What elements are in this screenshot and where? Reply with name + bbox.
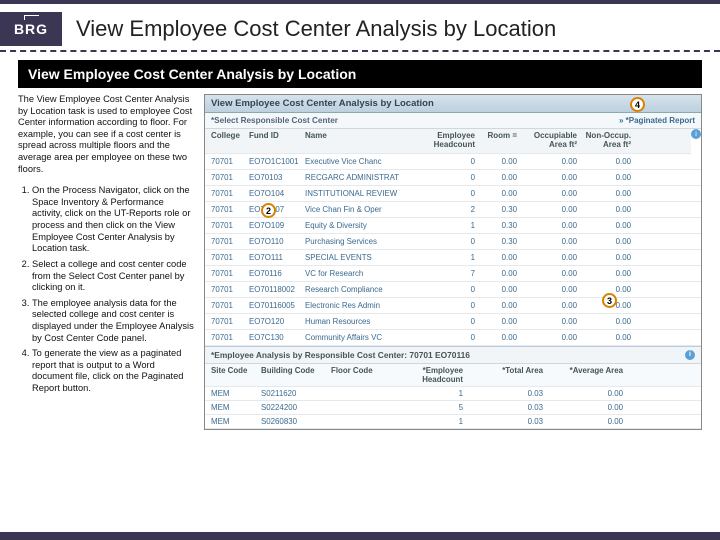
select-cost-center-label[interactable]: *Select Responsible Cost Center — [211, 116, 338, 125]
page-title: View Employee Cost Center Analysis by Lo… — [76, 16, 706, 42]
bcol-total-area: *Total Area — [463, 366, 543, 384]
step-4: To generate the view as a paginated repo… — [32, 348, 196, 394]
col-name: Name — [303, 131, 423, 151]
table-row[interactable]: MEMS026083010.030.00 — [205, 415, 701, 429]
table-row[interactable]: 70701EO70116VC for Research70.000.000.00 — [205, 266, 701, 282]
header: BRG View Employee Cost Center Analysis b… — [0, 4, 720, 52]
table-header: College Fund ID Name Employee Headcount … — [205, 129, 691, 154]
table-row[interactable]: 70701EO70116005Electronic Res Admin00.00… — [205, 298, 701, 314]
paginated-report-button[interactable]: » *Paginated Report — [619, 116, 695, 125]
step-1: On the Process Navigator, click on the S… — [32, 185, 196, 255]
callout-2: 2 — [261, 203, 276, 218]
table-row[interactable]: 70701EO70118002Research Compliance00.000… — [205, 282, 701, 298]
col-headcount: Employee Headcount — [423, 131, 477, 151]
step-2: Select a college and cost center code fr… — [32, 259, 196, 294]
table-row[interactable]: 70701EO7O111SPECIAL EVENTS10.000.000.00 — [205, 250, 701, 266]
table-row[interactable]: 70701EO7O107Vice Chan Fin & Oper20.300.0… — [205, 202, 701, 218]
bcol-floor: Floor Code — [331, 366, 391, 384]
left-column: The View Employee Cost Center Analysis b… — [18, 94, 196, 430]
bcol-site: Site Code — [211, 366, 261, 384]
table-row[interactable]: MEMS021162010.030.00 — [205, 387, 701, 401]
bottom-table-header: Site Code Building Code Floor Code *Empl… — [205, 364, 701, 387]
table-row[interactable]: 70701EO7C130Community Affairs VC00.000.0… — [205, 330, 701, 346]
callout-3: 3 — [602, 293, 617, 308]
table-row[interactable]: 70701EO7O109Equity & Diversity10.300.000… — [205, 218, 701, 234]
table-row[interactable]: 70701EO7O120Human Resources00.000.000.00 — [205, 314, 701, 330]
brg-logo: BRG — [0, 12, 62, 46]
table-row[interactable]: 70701EO7O1C1001Executive Vice Chanc00.00… — [205, 154, 701, 170]
callout-4: 4 — [630, 97, 645, 112]
intro-text: The View Employee Cost Center Analysis b… — [18, 94, 196, 175]
col-room: Room = — [477, 131, 519, 151]
table-row[interactable]: 70701EO70103RECGARC ADMINISTRAT00.000.00… — [205, 170, 701, 186]
col-nonoccup: Non-Occup. Area ft² — [579, 131, 633, 151]
bcol-avg-area: *Average Area — [543, 366, 623, 384]
step-3: The employee analysis data for the selec… — [32, 298, 196, 344]
col-college: College — [209, 131, 247, 151]
info-icon[interactable]: i — [685, 350, 695, 360]
info-icon[interactable]: i — [691, 129, 701, 139]
col-fund: Fund ID — [247, 131, 303, 151]
app-panel: View Employee Cost Center Analysis by Lo… — [204, 94, 702, 430]
col-occupiable: Occupiable Area ft² — [519, 131, 579, 151]
table-row[interactable]: 70701EO7O104INSTITUTIONAL REVIEW00.000.0… — [205, 186, 701, 202]
steps-list: On the Process Navigator, click on the S… — [18, 185, 196, 394]
bcol-headcount: *Employee Headcount — [391, 366, 463, 384]
table-row[interactable]: MEMS022420050.030.00 — [205, 401, 701, 415]
panel-title: View Employee Cost Center Analysis by Lo… — [205, 95, 701, 113]
bottom-panel-title: *Employee Analysis by Responsible Cost C… — [205, 346, 701, 364]
table-row[interactable]: 70701EO7O110Purchasing Services00.300.00… — [205, 234, 701, 250]
subheader: View Employee Cost Center Analysis by Lo… — [18, 60, 702, 88]
bcol-building: Building Code — [261, 366, 331, 384]
